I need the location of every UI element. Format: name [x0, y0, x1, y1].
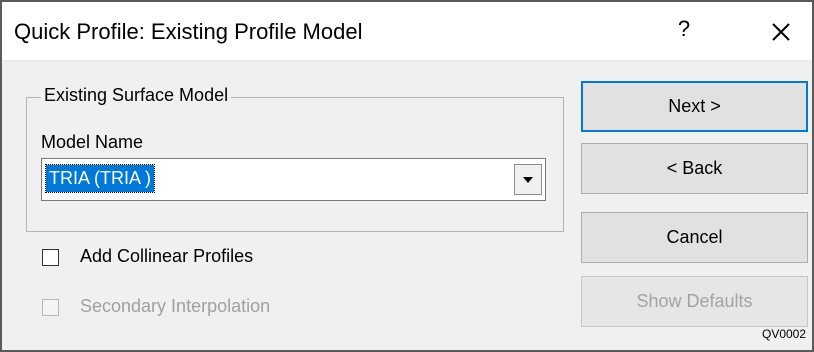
group-legend: Existing Surface Model	[41, 85, 232, 106]
add-collinear-profiles-checkbox[interactable]	[42, 249, 59, 266]
close-button[interactable]	[764, 16, 798, 48]
dropdown-button[interactable]	[514, 164, 542, 195]
model-name-dropdown[interactable]: TRIA (TRIA )	[41, 158, 546, 201]
back-button[interactable]: < Back	[581, 143, 808, 194]
show-defaults-button: Show Defaults	[581, 276, 808, 327]
cancel-button[interactable]: Cancel	[581, 212, 808, 263]
next-button[interactable]: Next >	[581, 81, 808, 132]
close-icon	[772, 23, 790, 41]
window-title: Quick Profile: Existing Profile Model	[14, 19, 363, 44]
dialog-window: Quick Profile: Existing Profile Model ? …	[0, 0, 814, 352]
secondary-interpolation-checkbox	[42, 299, 59, 316]
model-name-value: TRIA (TRIA )	[44, 164, 156, 193]
help-button[interactable]: ?	[670, 16, 698, 46]
figure-code: QV0002	[762, 327, 807, 341]
title-bar: Quick Profile: Existing Profile Model ?	[2, 2, 812, 61]
secondary-interpolation-label: Secondary Interpolation	[80, 296, 271, 316]
add-collinear-profiles-label: Add Collinear Profiles	[80, 246, 254, 266]
model-name-label: Model Name	[41, 132, 144, 152]
chevron-down-icon	[523, 177, 533, 183]
